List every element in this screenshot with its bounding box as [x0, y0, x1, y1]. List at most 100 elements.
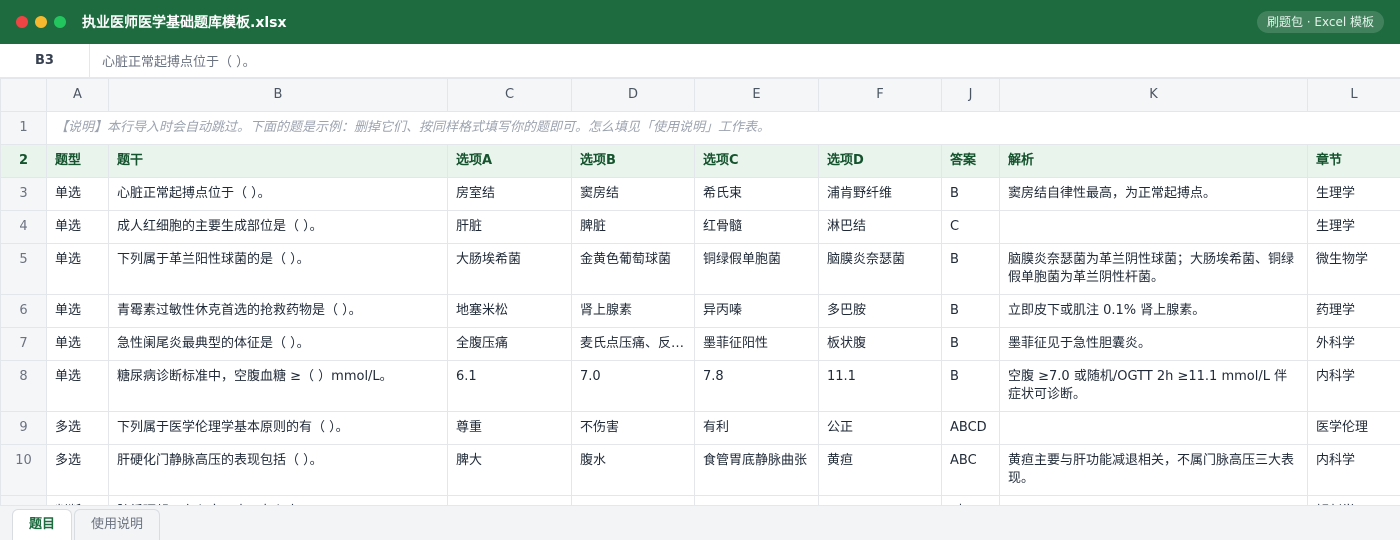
table-cell[interactable]: 窦房结: [572, 178, 695, 211]
table-cell[interactable]: B: [942, 295, 1000, 328]
table-cell[interactable]: [448, 496, 572, 506]
field-header-cell[interactable]: 解析: [1000, 145, 1308, 178]
table-cell[interactable]: 6.1: [448, 361, 572, 412]
sheet-tab-instructions[interactable]: 使用说明: [74, 509, 160, 540]
table-cell[interactable]: [819, 496, 942, 506]
table-cell[interactable]: C: [942, 211, 1000, 244]
table-cell[interactable]: 有利: [695, 412, 819, 445]
column-header-e[interactable]: E: [695, 79, 819, 112]
row-number[interactable]: 10: [1, 445, 47, 496]
field-header-cell[interactable]: 答案: [942, 145, 1000, 178]
row-number[interactable]: 3: [1, 178, 47, 211]
table-cell[interactable]: 不伤害: [572, 412, 695, 445]
table-cell[interactable]: 药理学: [1308, 295, 1400, 328]
table-cell[interactable]: 判断: [47, 496, 109, 506]
table-cell[interactable]: B: [942, 328, 1000, 361]
table-cell[interactable]: 腹水: [572, 445, 695, 496]
table-cell[interactable]: 板状腹: [819, 328, 942, 361]
field-header-cell[interactable]: 题干: [109, 145, 448, 178]
close-window-button[interactable]: [16, 16, 28, 28]
table-cell[interactable]: 窦房结自律性最高，为正常起搏点。: [1000, 178, 1308, 211]
row-number[interactable]: 9: [1, 412, 47, 445]
table-cell[interactable]: 下列属于医学伦理学基本原则的有（ ）。: [109, 412, 448, 445]
field-header-cell[interactable]: 选项A: [448, 145, 572, 178]
table-cell[interactable]: 肺循环起于右心室，止于左心房。: [109, 496, 448, 506]
table-cell[interactable]: 多选: [47, 412, 109, 445]
table-cell[interactable]: 脾脏: [572, 211, 695, 244]
column-header-f[interactable]: F: [819, 79, 942, 112]
column-header-l[interactable]: L: [1308, 79, 1400, 112]
table-cell[interactable]: 生理学: [1308, 211, 1400, 244]
table-cell[interactable]: [695, 496, 819, 506]
row-number[interactable]: 2: [1, 145, 47, 178]
table-cell[interactable]: [572, 496, 695, 506]
field-header-cell[interactable]: 选项B: [572, 145, 695, 178]
table-cell[interactable]: 肾上腺素: [572, 295, 695, 328]
row-number[interactable]: 1: [1, 112, 47, 145]
cell-reference-box[interactable]: B3: [0, 44, 90, 77]
table-cell[interactable]: 脾大: [448, 445, 572, 496]
table-cell[interactable]: 脑膜炎奈瑟菌为革兰阴性球菌；大肠埃希菌、铜绿假单胞菌为革兰阴性杆菌。: [1000, 244, 1308, 295]
table-cell[interactable]: 单选: [47, 244, 109, 295]
table-cell[interactable]: 黄疸主要与肝功能减退相关，不属门脉高压三大表现。: [1000, 445, 1308, 496]
table-cell[interactable]: 11.1: [819, 361, 942, 412]
table-cell[interactable]: 公正: [819, 412, 942, 445]
table-cell[interactable]: 肝硬化门静脉高压的表现包括（ ）。: [109, 445, 448, 496]
table-cell[interactable]: 黄疸: [819, 445, 942, 496]
table-cell[interactable]: 7.0: [572, 361, 695, 412]
field-header-cell[interactable]: 选项D: [819, 145, 942, 178]
select-all-corner[interactable]: [1, 79, 47, 112]
table-cell[interactable]: 金黄色葡萄球菌: [572, 244, 695, 295]
table-cell[interactable]: 外科学: [1308, 328, 1400, 361]
table-cell[interactable]: 单选: [47, 361, 109, 412]
table-cell[interactable]: 急性阑尾炎最典型的体征是（ ）。: [109, 328, 448, 361]
table-cell[interactable]: B: [942, 361, 1000, 412]
table-cell[interactable]: 青霉素过敏性休克首选的抢救药物是（ ）。: [109, 295, 448, 328]
table-cell[interactable]: 异丙嗪: [695, 295, 819, 328]
table-cell[interactable]: 心脏正常起搏点位于（ ）。: [109, 178, 448, 211]
field-header-cell[interactable]: 选项C: [695, 145, 819, 178]
table-cell[interactable]: 淋巴结: [819, 211, 942, 244]
table-cell[interactable]: 单选: [47, 328, 109, 361]
minimize-window-button[interactable]: [35, 16, 47, 28]
field-header-cell[interactable]: 题型: [47, 145, 109, 178]
table-cell[interactable]: ABCD: [942, 412, 1000, 445]
column-header-a[interactable]: A: [47, 79, 109, 112]
table-cell[interactable]: 脑膜炎奈瑟菌: [819, 244, 942, 295]
table-cell[interactable]: 成人红细胞的主要生成部位是（ ）。: [109, 211, 448, 244]
note-cell[interactable]: 【说明】本行导入时会自动跳过。下面的题是示例：删掉它们、按同样格式填写你的题即可…: [47, 112, 1400, 145]
table-cell[interactable]: 浦肯野纤维: [819, 178, 942, 211]
row-number[interactable]: 4: [1, 211, 47, 244]
column-header-c[interactable]: C: [448, 79, 572, 112]
table-cell[interactable]: 希氏束: [695, 178, 819, 211]
table-cell[interactable]: 地塞米松: [448, 295, 572, 328]
table-cell[interactable]: 解剖学: [1308, 496, 1400, 506]
table-cell[interactable]: ABC: [942, 445, 1000, 496]
column-header-j[interactable]: J: [942, 79, 1000, 112]
table-cell[interactable]: 立即皮下或肌注 0.1% 肾上腺素。: [1000, 295, 1308, 328]
table-cell[interactable]: 大肠埃希菌: [448, 244, 572, 295]
table-cell[interactable]: 生理学: [1308, 178, 1400, 211]
table-cell[interactable]: B: [942, 244, 1000, 295]
table-cell[interactable]: 红骨髓: [695, 211, 819, 244]
column-header-d[interactable]: D: [572, 79, 695, 112]
table-cell[interactable]: 空腹 ≥7.0 或随机/OGTT 2h ≥11.1 mmol/L 伴症状可诊断。: [1000, 361, 1308, 412]
table-cell[interactable]: 微生物学: [1308, 244, 1400, 295]
table-cell[interactable]: 内科学: [1308, 361, 1400, 412]
table-cell[interactable]: 糖尿病诊断标准中，空腹血糖 ≥（ ）mmol/L。: [109, 361, 448, 412]
table-cell[interactable]: 食管胃底静脉曲张: [695, 445, 819, 496]
formula-input[interactable]: 心脏正常起搏点位于（ ）。: [90, 44, 1400, 77]
sheet-tab-questions[interactable]: 题目: [12, 509, 72, 540]
table-cell[interactable]: 铜绿假单胞菌: [695, 244, 819, 295]
row-number[interactable]: 6: [1, 295, 47, 328]
table-cell[interactable]: 内科学: [1308, 445, 1400, 496]
table-cell[interactable]: [1000, 211, 1308, 244]
table-cell[interactable]: 房室结: [448, 178, 572, 211]
row-number[interactable]: 11: [1, 496, 47, 506]
row-number[interactable]: 8: [1, 361, 47, 412]
table-cell[interactable]: 单选: [47, 295, 109, 328]
table-cell[interactable]: 单选: [47, 178, 109, 211]
column-header-k[interactable]: K: [1000, 79, 1308, 112]
table-cell[interactable]: [1000, 412, 1308, 445]
table-cell[interactable]: 7.8: [695, 361, 819, 412]
